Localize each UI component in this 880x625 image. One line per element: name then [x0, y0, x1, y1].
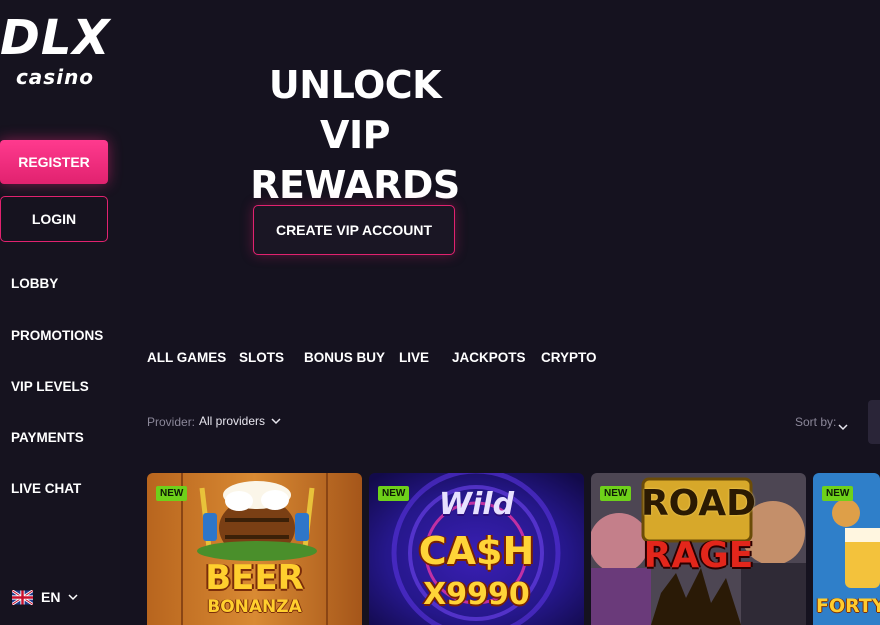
- sidebar-item-vip-levels[interactable]: VIP LEVELS: [11, 379, 89, 394]
- game-title-line2: CA$H: [418, 529, 535, 573]
- game-card-wild-cash[interactable]: NEW Wild CA$H X9990: [369, 473, 584, 625]
- sidebar-item-lobby[interactable]: LOBBY: [11, 276, 58, 291]
- sort-panel-edge[interactable]: [868, 400, 880, 444]
- game-title-line3: X9990: [423, 577, 530, 612]
- game-card-beer-bonanza[interactable]: NEW BEER BONANZA: [147, 473, 362, 625]
- brand-name: DLX: [0, 10, 111, 66]
- language-code: EN: [41, 589, 61, 605]
- tab-all-games[interactable]: ALL GAMES: [147, 350, 226, 365]
- chevron-down-icon: [838, 424, 848, 431]
- tab-crypto[interactable]: CRYPTO: [541, 350, 597, 365]
- login-button[interactable]: LOGIN: [0, 196, 108, 242]
- brand-logo[interactable]: DLX casino: [0, 12, 110, 88]
- new-badge: NEW: [822, 486, 854, 501]
- sidebar-item-live-chat[interactable]: LIVE CHAT: [11, 481, 81, 496]
- brand-sub: casino: [15, 65, 95, 89]
- provider-value: All providers: [199, 414, 266, 428]
- create-vip-account-button[interactable]: CREATE VIP ACCOUNT: [253, 205, 455, 255]
- tab-slots[interactable]: SLOTS: [239, 350, 284, 365]
- chevron-down-icon: [68, 594, 78, 601]
- sidebar-item-promotions[interactable]: PROMOTIONS: [11, 328, 103, 343]
- game-card-road-rage[interactable]: NEW ROAD RAGE: [591, 473, 806, 625]
- game-title-line1: BEER: [205, 558, 304, 598]
- register-button[interactable]: REGISTER: [0, 140, 108, 184]
- tab-jackpots[interactable]: JACKPOTS: [452, 350, 526, 365]
- tab-live[interactable]: LIVE: [399, 350, 429, 365]
- game-card-forty[interactable]: NEW FORTY: [813, 473, 880, 625]
- provider-dropdown[interactable]: All providers: [199, 414, 281, 428]
- uk-flag-icon: [12, 589, 33, 605]
- game-title-line1: Wild: [438, 487, 515, 522]
- language-selector[interactable]: EN: [12, 587, 78, 607]
- new-badge: NEW: [156, 486, 188, 501]
- sidebar: DLX casino REGISTER LOGIN LOBBY PROMOTIO…: [0, 0, 120, 625]
- game-title-line1: FORTY: [816, 595, 880, 617]
- provider-label: Provider:: [147, 415, 196, 429]
- game-title-line2: RAGE: [643, 535, 754, 576]
- sidebar-item-payments[interactable]: PAYMENTS: [11, 430, 84, 445]
- hero-title: UNLOCK VIP REWARDS: [210, 60, 500, 210]
- hero-line-1: UNLOCK: [268, 63, 442, 107]
- tab-bonus-buy[interactable]: BONUS BUY: [304, 350, 385, 365]
- hero-line-2: VIP REWARDS: [250, 113, 460, 207]
- chevron-down-icon: [271, 418, 281, 425]
- sort-dropdown[interactable]: [838, 418, 848, 436]
- sort-label: Sort by:: [795, 415, 837, 429]
- game-title-line2: BONANZA: [207, 597, 302, 617]
- game-title-line1: ROAD: [640, 483, 757, 524]
